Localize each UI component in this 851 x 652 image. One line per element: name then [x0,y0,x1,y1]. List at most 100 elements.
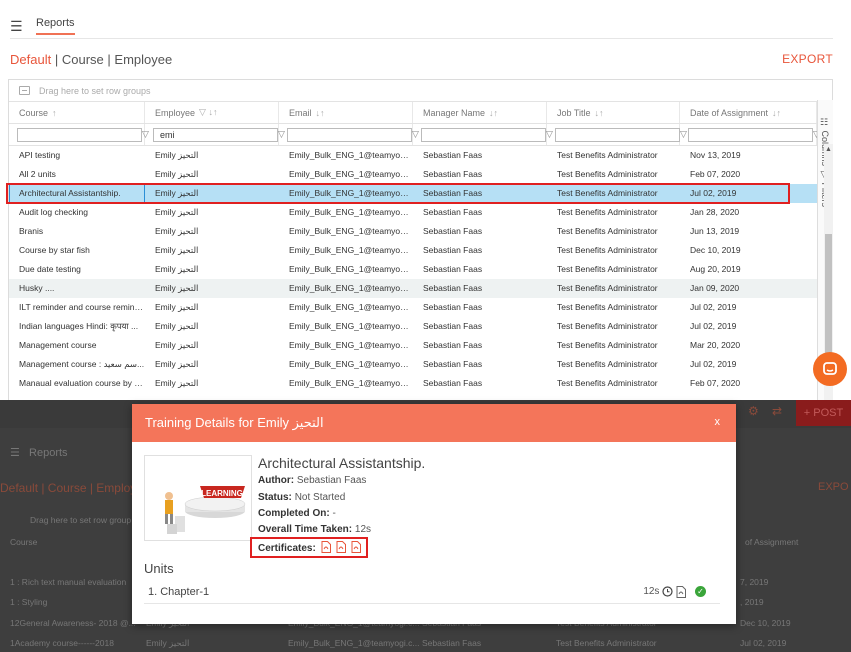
sort-icon[interactable]: ▽ ↓↑ [199,107,217,118]
table-row[interactable]: Course by star fish Emily التحيز Emily_Bul… [9,241,817,260]
background-breadcrumb: Default | Course | Employe [0,481,143,495]
header-divider [10,38,833,39]
scrollbar-thumb[interactable] [825,234,832,364]
column-header[interactable]: Job Title ↓↑ [547,102,680,123]
unit-row[interactable]: 1. Chapter-1 12s ✓ [144,580,720,604]
table-cell: Emily_Bulk_ENG_1@teamyogi.c... [289,283,413,293]
export-button[interactable]: EXPORT [782,52,833,66]
table-row[interactable]: ILT reminder and course remind... Emily ا… [9,298,817,317]
column-filter: ▽ [547,124,687,145]
table-row[interactable]: Indian languages Hindi: कृपया ... Emily ا… [9,317,817,336]
reports-tab[interactable]: Reports [36,17,75,35]
table-cell: Test Benefits Administrator [557,378,658,388]
table-cell: Sebastian Faas [423,150,483,160]
table-cell: Sebastian Faas [423,226,483,236]
report-grid: Drag here to set row groups Course ↑ Emplo… [8,79,833,400]
modal-header: Training Details for Emily التحيز x [132,404,736,442]
table-cell: Emily_Bulk_ENG_1@teamyogi.c... [289,207,413,217]
table-row[interactable]: Manaual evaluation course by s... Emily ا… [9,374,817,393]
background-cell: Emily التحيز [146,638,190,648]
table-cell: Test Benefits Administrator [557,245,658,255]
sort-icon[interactable]: ↓↑ [316,108,325,118]
table-cell: Due date testing [19,264,81,274]
column-filter-input[interactable] [153,127,278,142]
svg-text:LEARNING: LEARNING [201,489,243,498]
table-cell: API testing [19,150,61,160]
table-cell: Emily_Bulk_ENG_1@teamyogi.c... [289,245,413,255]
view-course[interactable]: Course [62,52,104,67]
background-header: ☰ Reports [10,447,68,459]
table-cell: Test Benefits Administrator [557,264,658,274]
column-filter-input[interactable] [421,127,546,142]
grid-body: API testing Emily التحيز Emily_Bulk_ENG_1@… [9,146,817,400]
background-cell: Dec 10, 2019 [740,618,791,628]
table-cell: Manaual evaluation course by s... [19,378,145,388]
column-filter-input[interactable] [287,127,412,142]
table-cell: Branis [19,226,44,236]
background-cell: 12General Awareness- 2018 @... [10,618,136,628]
background-gear-icon: ⚙ [748,404,759,418]
background-cell: Emily_Bulk_ENG_1@teamyogi.c... [288,638,420,648]
table-cell: Sebastian Faas [423,378,483,388]
course-thumbnail: LEARNING [144,455,252,541]
table-cell: Husky .... [19,283,55,293]
background-cell: , 2019 [740,597,764,607]
column-filter-input[interactable] [17,127,142,142]
background-cell: Jul 02, 2019 [740,638,787,648]
author-value: Sebastian Faas [296,475,367,486]
table-cell: Emily التحيز [155,207,199,217]
sort-icon[interactable]: ↓↑ [595,108,604,118]
status-value: Not Started [294,492,346,503]
row-group-icon [19,86,30,95]
chat-launcher-icon[interactable] [813,352,847,386]
table-cell: Sebastian Faas [423,302,483,312]
table-row[interactable]: Architectural Assistantship. Emily التحيز… [9,184,817,203]
table-cell: Test Benefits Administrator [557,359,658,369]
row-group-dropzone[interactable]: Drag here to set row groups [9,80,832,102]
scroll-up-icon[interactable]: ▲ [825,146,832,153]
row-group-hint: Drag here to set row groups [39,85,151,96]
table-cell: Sebastian Faas [423,245,483,255]
modal-close-button[interactable]: x [715,416,721,428]
table-cell: Sebastian Faas [423,207,483,217]
column-filter-input[interactable] [688,127,813,142]
table-cell: Dec 10, 2019 [690,245,741,255]
table-row[interactable]: Management course : سم سعيد... Emily التح… [9,355,817,374]
unit-time: 12s [643,585,686,598]
table-cell: Jul 02, 2019 [690,302,737,312]
table-row[interactable]: All 2 units Emily التحيز Emily_Bulk_ENG_1@… [9,165,817,184]
column-header[interactable]: Employee ▽ ↓↑ [145,102,279,123]
table-cell: Management course [19,340,97,350]
sort-icon[interactable]: ↓↑ [489,108,498,118]
view-default[interactable]: Default [10,52,51,67]
hamburger-menu-icon[interactable]: ☰ [10,18,30,35]
table-cell: Emily التحيز [155,245,199,255]
column-header[interactable]: Date of Assignment ↓↑ [680,102,817,123]
table-cell: Sebastian Faas [423,340,483,350]
certificates-highlight [250,537,368,558]
sort-icon[interactable]: ↓↑ [772,108,781,118]
column-filter-input[interactable] [555,127,680,142]
table-row[interactable]: Husky .... Emily التحيز Emily_Bulk_ENG_1@t… [9,279,817,298]
column-header[interactable]: Course ↑ [9,102,145,123]
table-cell: Jan 09, 2020 [690,283,740,293]
table-row[interactable]: Audit log checking Emily التحيز Emily_Bulk… [9,203,817,222]
table-cell: Test Benefits Administrator [557,188,658,198]
column-header[interactable]: Manager Name ↓↑ [413,102,547,123]
unit-pdf-icon[interactable] [676,585,686,598]
table-cell: Emily_Bulk_ENG_1@teamyogi.c... [289,188,413,198]
table-cell: Emily_Bulk_ENG_1@teamyogi.c... [289,150,413,160]
status-line: Status: Not Started [258,492,346,503]
table-row[interactable]: Branis Emily التحيز Emily_Bulk_ENG_1@teamy… [9,222,817,241]
background-cell: 7, 2019 [740,577,769,587]
learning-illustration-icon: LEARNING [145,456,251,540]
table-cell: Test Benefits Administrator [557,321,658,331]
table-row[interactable]: API testing Emily التحيز Emily_Bulk_ENG_1@… [9,146,817,165]
table-row[interactable]: Due date testing Emily التحيز Emily_Bulk_E… [9,260,817,279]
view-employee[interactable]: Employee [114,52,172,67]
sort-icon[interactable]: ↑ [52,108,57,118]
table-cell: Jun 13, 2019 [690,226,740,236]
column-header[interactable]: Email ↓↑ [279,102,413,123]
table-cell: Sebastian Faas [423,359,483,369]
table-row[interactable]: Management course Emily التحيز Emily_Bulk_… [9,336,817,355]
